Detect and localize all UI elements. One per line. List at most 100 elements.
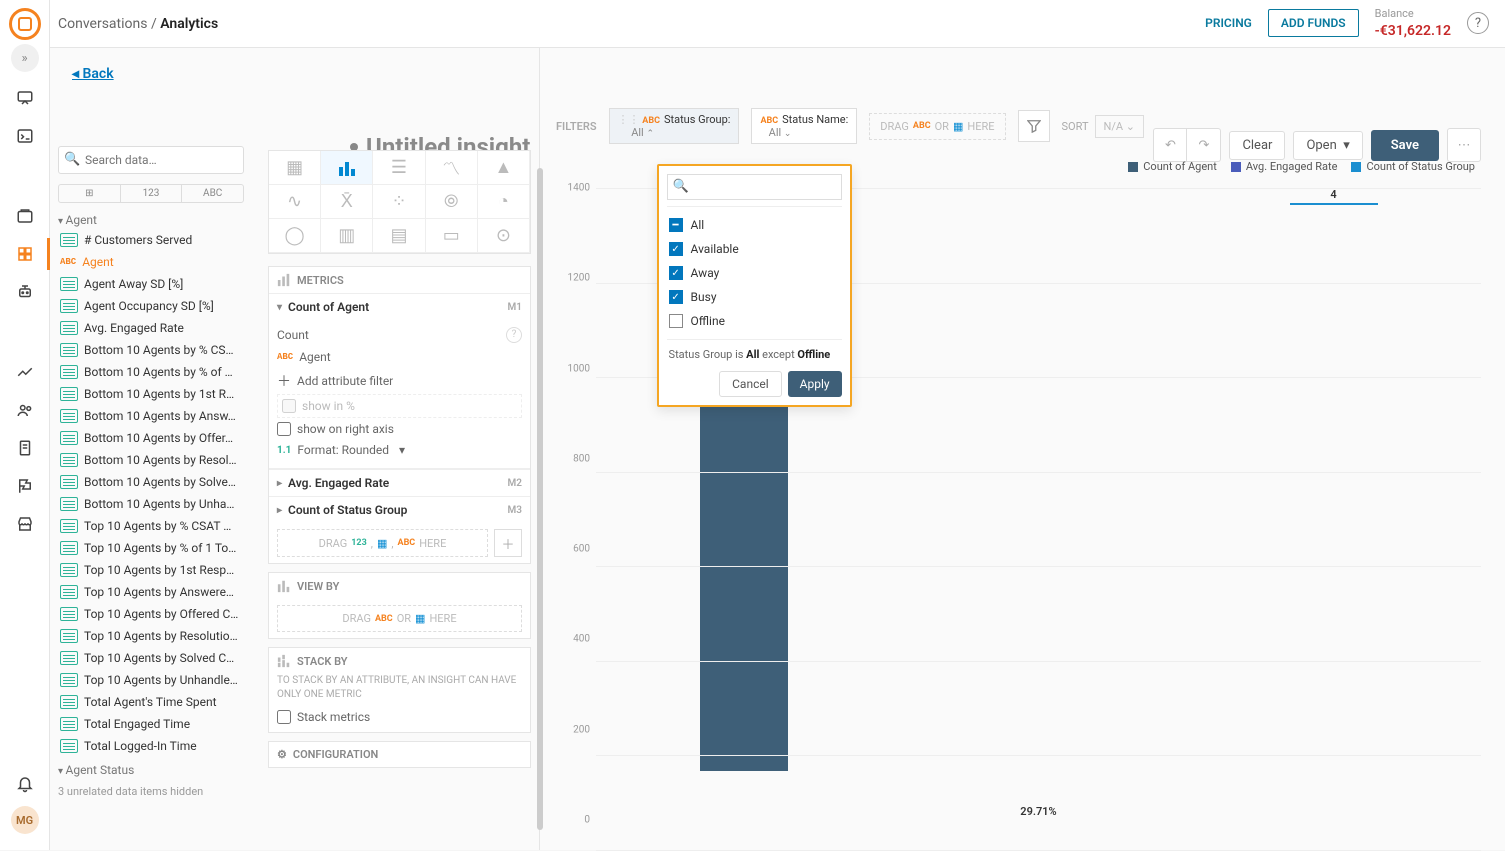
viz-bullet-icon[interactable]: ▭ — [426, 219, 478, 253]
viz-scatter-icon[interactable]: ⁘ — [373, 185, 425, 219]
search-data-input[interactable] — [58, 146, 244, 174]
pricing-link[interactable]: PRICING — [1205, 16, 1252, 30]
format-row[interactable]: 1.1Format: Rounded▾ — [277, 440, 522, 460]
viz-bubble-icon[interactable]: ⦾ — [426, 185, 478, 219]
bot-icon[interactable] — [15, 282, 35, 302]
filter-cancel-button[interactable]: Cancel — [719, 371, 782, 397]
viz-treemap-icon[interactable]: ▥ — [321, 219, 373, 253]
viz-line-icon[interactable]: 〽 — [426, 151, 478, 185]
data-item[interactable]: Bottom 10 Agents by Resol… — [56, 449, 252, 471]
data-item[interactable]: Bottom 10 Agents by Answ… — [56, 405, 252, 427]
trends-icon[interactable] — [15, 362, 35, 382]
config-header[interactable]: ⚙ CONFIGURATION — [269, 742, 530, 767]
viz-table-icon[interactable]: ▦ — [269, 151, 321, 185]
store-icon[interactable] — [15, 514, 35, 534]
metric-attr: ABCAgent — [277, 346, 522, 368]
chart-legend: Count of Agent Avg. Engaged Rate Count o… — [1128, 160, 1475, 173]
type-pill-numeric[interactable]: 123 — [121, 185, 183, 202]
filter-opt-all[interactable]: ━All — [667, 213, 842, 237]
metric-help-icon[interactable]: ? — [506, 327, 522, 343]
filter-chip-status-group[interactable]: ⋮⋮ ABCStatus Group: All ⌃ — [609, 108, 740, 144]
type-filter[interactable]: ⊞ 123 ABC — [58, 184, 244, 203]
metric-1-header[interactable]: Count of AgentM1 — [269, 294, 530, 320]
data-item[interactable]: Agent Away SD [%] — [56, 273, 252, 295]
data-item[interactable]: Top 10 Agents by Resolutio… — [56, 625, 252, 647]
filter-opt[interactable]: Offline — [667, 309, 842, 333]
data-item[interactable]: Bottom 10 Agents by % of … — [56, 361, 252, 383]
type-pill-text[interactable]: ABC — [182, 185, 243, 202]
viz-geo-icon[interactable]: ⊙ — [478, 219, 530, 253]
data-panel: Back 🔍 ⊞ 123 ABC Agent # Customers Serve… — [50, 48, 260, 850]
team-icon[interactable] — [15, 400, 35, 420]
data-group-agent[interactable]: Agent — [50, 207, 252, 229]
show-right-axis[interactable]: show on right axis — [277, 418, 522, 440]
inbox-icon[interactable] — [15, 206, 35, 226]
data-item[interactable]: Agent Occupancy SD [%] — [56, 295, 252, 317]
filter-opt[interactable]: ✓Available — [667, 237, 842, 261]
back-link[interactable]: Back — [72, 66, 114, 82]
filter-apply-button[interactable]: Apply — [788, 371, 842, 397]
data-item[interactable]: Bottom 10 Agents by 1st R… — [56, 383, 252, 405]
data-item[interactable]: Bottom 10 Agents by Offer… — [56, 427, 252, 449]
metric-2-header[interactable]: Avg. Engaged RateM2 — [269, 470, 530, 496]
collapse-toggle[interactable]: » — [11, 44, 39, 72]
viz-headline-icon[interactable]: X̄ — [321, 185, 373, 219]
filter-opt[interactable]: ✓Busy — [667, 285, 842, 309]
viz-type-grid: ▦ ☰ 〽 ▲ ∿ X̄ ⁘ ⦾ ◔ ◯ ▥ ▤ ▭ ⊙ — [268, 150, 531, 254]
viz-pie-icon[interactable]: ◔ — [478, 185, 530, 219]
data-item[interactable]: Top 10 Agents by 1st Resp… — [56, 559, 252, 581]
filters-label: FILTERS — [556, 120, 597, 133]
search-icon: 🔍 — [673, 179, 689, 194]
data-item[interactable]: Total Engaged Time — [56, 713, 252, 735]
filter-opt[interactable]: ✓Away — [667, 261, 842, 285]
app-logo — [9, 8, 41, 40]
filter-chip-status-name[interactable]: ABCStatus Name: All ⌄ — [751, 108, 857, 144]
add-metric-button[interactable]: ＋ — [494, 529, 522, 557]
data-item[interactable]: Top 10 Agents by Answere… — [56, 581, 252, 603]
data-item[interactable]: Bottom 10 Agents by Unha… — [56, 493, 252, 515]
analytics-icon[interactable] — [15, 244, 35, 264]
filter-drop-zone[interactable]: DRAG ABC OR ▦ HERE — [869, 113, 1005, 140]
data-item[interactable]: Top 10 Agents by Offered C… — [56, 603, 252, 625]
data-item[interactable]: Top 10 Agents by Unhandle… — [56, 669, 252, 691]
docs-icon[interactable] — [15, 438, 35, 458]
data-item[interactable]: Bottom 10 Agents by % CS… — [56, 339, 252, 361]
data-item[interactable]: Top 10 Agents by % CSAT … — [56, 515, 252, 537]
help-icon[interactable]: ? — [1467, 12, 1489, 34]
bell-icon[interactable] — [15, 774, 35, 794]
data-item[interactable]: Avg. Engaged Rate — [56, 317, 252, 339]
data-item[interactable]: # Customers Served — [56, 229, 252, 251]
data-item[interactable]: Top 10 Agents by % of 1 To… — [56, 537, 252, 559]
show-in-percent[interactable]: show in % — [277, 394, 522, 418]
terminal-icon[interactable] — [15, 126, 35, 146]
flag-icon[interactable] — [15, 476, 35, 496]
viz-combo-icon[interactable]: ∿ — [269, 185, 321, 219]
add-funds-button[interactable]: ADD FUNDS — [1268, 9, 1359, 37]
data-item[interactable]: Top 10 Agents by Solved C… — [56, 647, 252, 669]
data-item[interactable]: Total Agent's Time Spent — [56, 691, 252, 713]
viz-area-icon[interactable]: ▲ — [478, 151, 530, 185]
viz-donut-icon[interactable]: ◯ — [269, 219, 321, 253]
avatar[interactable]: MG — [11, 806, 39, 834]
filter-search-input[interactable] — [667, 174, 842, 200]
stackby-header: STACK BY — [269, 648, 530, 674]
viz-heatmap-icon[interactable]: ▤ — [373, 219, 425, 253]
data-item[interactable]: Bottom 10 Agents by Solve… — [56, 471, 252, 493]
sort-select[interactable]: N/A ⌄ — [1095, 115, 1145, 138]
add-attr-filter[interactable]: ＋Add attribute filter — [277, 368, 522, 394]
data-item[interactable]: ABCAgent — [56, 251, 252, 273]
viz-bar-icon[interactable]: ☰ — [373, 151, 425, 185]
data-item[interactable]: Total Logged-In Time — [56, 735, 252, 757]
balance-display: Balance -€31,622.12 — [1375, 7, 1451, 39]
stack-metrics-checkbox[interactable]: Stack metrics — [269, 710, 530, 732]
metric-3-header[interactable]: Count of Status GroupM3 — [269, 497, 530, 523]
conversations-icon[interactable] — [15, 88, 35, 108]
viewby-drop-zone[interactable]: DRAG ABC OR ▦ HERE — [277, 605, 522, 632]
metrics-drop-zone[interactable]: DRAG 123 , ▦ , ABC HERE — [277, 529, 488, 557]
filter-summary: Status Group is All except Offline — [667, 340, 842, 371]
viz-column-icon[interactable] — [321, 151, 373, 185]
viewby-header: VIEW BY — [269, 573, 530, 599]
data-group-agent-status[interactable]: Agent Status — [50, 757, 252, 779]
type-pill-all[interactable]: ⊞ — [59, 185, 121, 202]
filter-funnel-icon[interactable] — [1018, 110, 1050, 142]
